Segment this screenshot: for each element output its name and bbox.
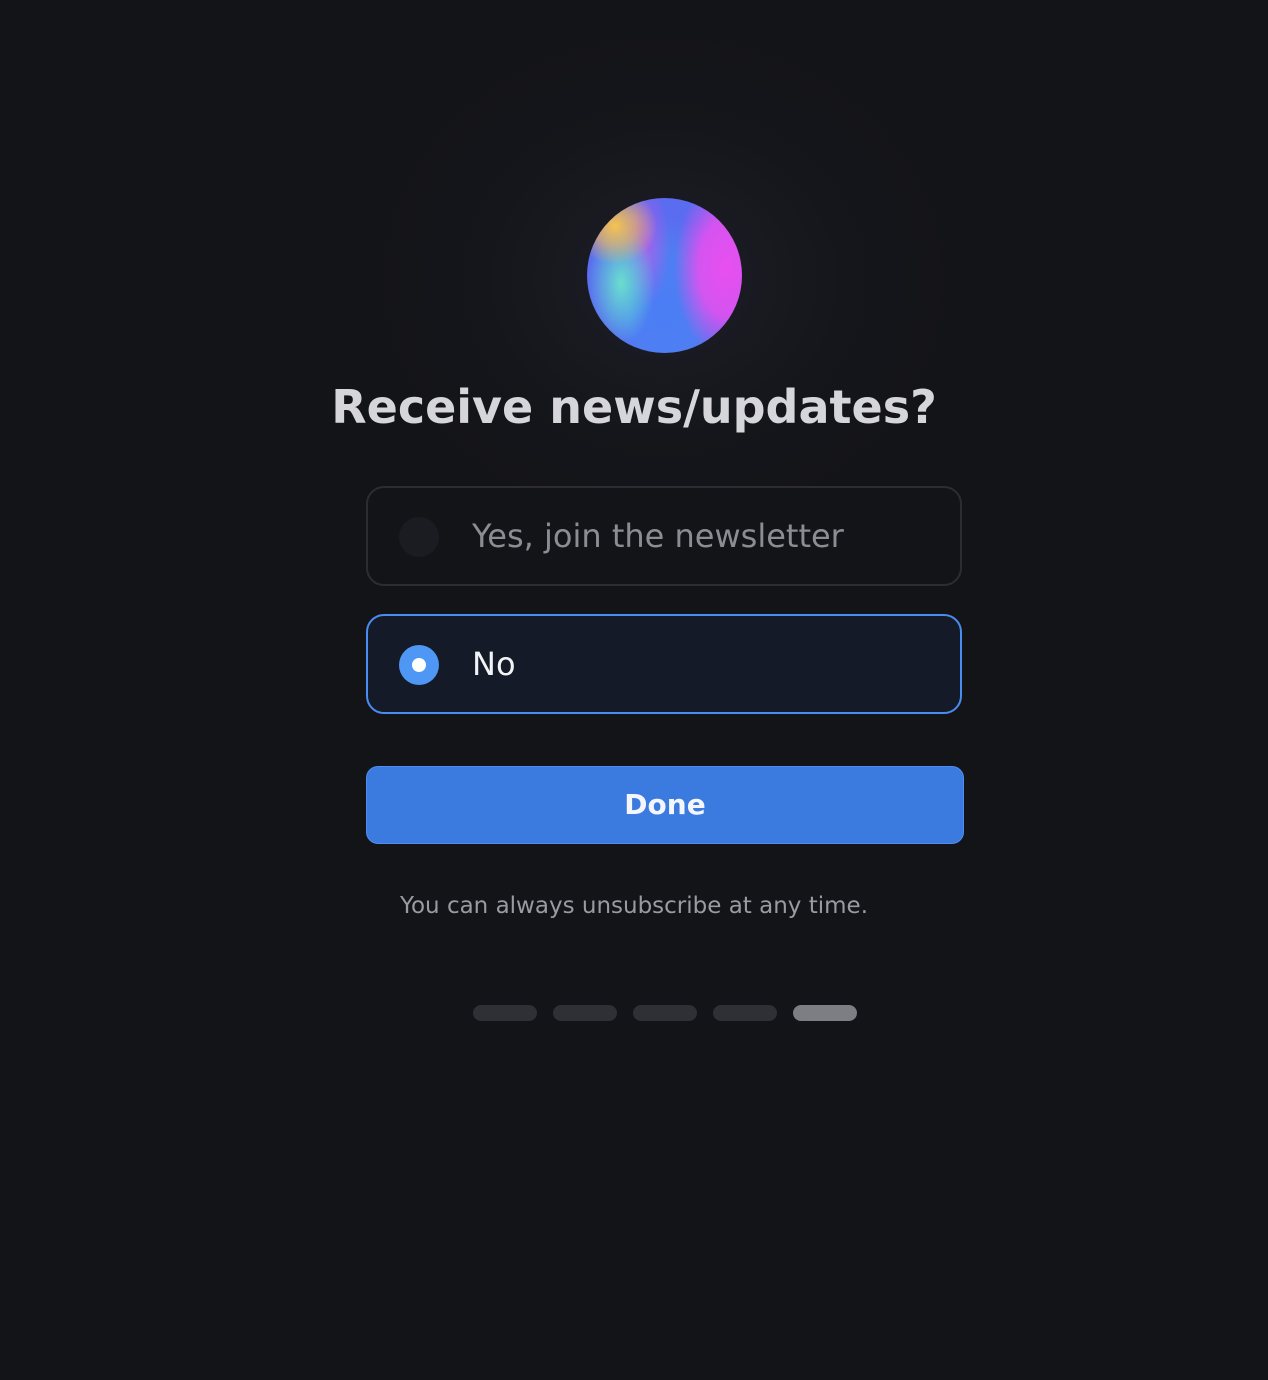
progress-steps <box>473 1005 857 1021</box>
option-label: No <box>472 645 516 683</box>
done-button[interactable]: Done <box>366 766 964 844</box>
radio-dot <box>412 658 426 672</box>
progress-step <box>473 1005 537 1021</box>
progress-step <box>553 1005 617 1021</box>
page-title: Receive news/updates? <box>331 380 937 434</box>
option-no[interactable]: No <box>366 614 962 714</box>
progress-step <box>793 1005 857 1021</box>
gradient-orb-logo <box>587 198 742 353</box>
radio-selected-icon[interactable] <box>399 645 439 685</box>
unsubscribe-note: You can always unsubscribe at any time. <box>399 893 869 919</box>
radio-unselected-icon[interactable] <box>399 517 439 557</box>
progress-step <box>713 1005 777 1021</box>
option-label: Yes, join the newsletter <box>472 517 844 555</box>
progress-step <box>633 1005 697 1021</box>
option-yes-newsletter[interactable]: Yes, join the newsletter <box>366 486 962 586</box>
